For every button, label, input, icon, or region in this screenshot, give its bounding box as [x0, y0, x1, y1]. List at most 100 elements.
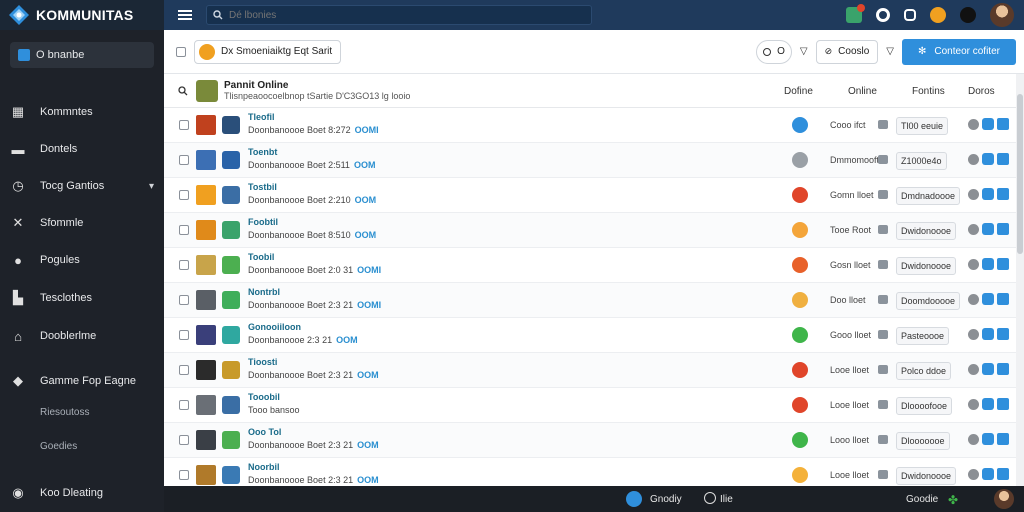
bottom-avatar[interactable]: [994, 489, 1014, 509]
flag-icon[interactable]: [997, 118, 1009, 130]
forum-badge[interactable]: Dwidonoooe: [896, 222, 957, 240]
community-select[interactable]: O bnanbe: [10, 42, 154, 68]
info-icon[interactable]: [982, 153, 994, 165]
status-avatar[interactable]: [626, 491, 642, 507]
row-checkbox[interactable]: [179, 260, 189, 270]
flag-icon[interactable]: [997, 363, 1009, 375]
sidebar-item-tocg-gantios[interactable]: ◷ Tocg Gantios ▾: [10, 178, 154, 194]
sidebar-item-pogules[interactable]: ● Pogules: [10, 252, 154, 268]
flag-icon[interactable]: [997, 468, 1009, 480]
user-icon[interactable]: [968, 154, 979, 165]
chat-icon[interactable]: [878, 120, 888, 129]
user-icon[interactable]: [968, 364, 979, 375]
row-checkbox[interactable]: [179, 190, 189, 200]
row-title[interactable]: Noorbil: [248, 462, 280, 472]
filter-pill[interactable]: Dx Smoeniaiktg Eqt Sarit: [194, 39, 342, 64]
bottom-left-label[interactable]: Gnodiy: [650, 494, 682, 505]
forum-badge[interactable]: Z1000e4o: [896, 152, 947, 170]
user-icon[interactable]: [968, 294, 979, 305]
flag-icon[interactable]: [997, 258, 1009, 270]
avatar[interactable]: [990, 3, 1014, 27]
scrollbar[interactable]: [1016, 74, 1024, 486]
brand[interactable]: KOMMUNITAS: [0, 0, 164, 30]
user-icon[interactable]: [968, 189, 979, 200]
chat-icon[interactable]: [878, 260, 888, 269]
view-toggle-button[interactable]: O: [756, 39, 792, 64]
info-icon[interactable]: [982, 433, 994, 445]
info-icon[interactable]: [982, 223, 994, 235]
info-icon[interactable]: [982, 328, 994, 340]
sidebar-item-kommntes[interactable]: ▦ Kommntes: [10, 104, 154, 120]
sidebar-item-gamme-fop-eagne[interactable]: ◆ Gamme Fop Eagne: [10, 373, 154, 389]
chat-icon[interactable]: [878, 330, 888, 339]
table-row[interactable]: Nontrbl Doonbanoooe Boet 2:3 21 OOMI Doo ll…: [164, 283, 1016, 318]
flag-icon[interactable]: [997, 223, 1009, 235]
row-title[interactable]: Tooobil: [248, 392, 280, 402]
row-checkbox[interactable]: [179, 295, 189, 305]
flag-icon[interactable]: [997, 433, 1009, 445]
chat-icon[interactable]: [878, 155, 888, 164]
sidebar-item-dooblerlme[interactable]: ⌂ Dooblerlme: [10, 328, 154, 344]
user-icon[interactable]: [968, 434, 979, 445]
row-title[interactable]: Foobtil: [248, 217, 278, 227]
sidebar-item-sfommle[interactable]: ✕ Sfommle: [10, 215, 154, 231]
table-row[interactable]: Tooobil Tooo bansoo Looe lloet Dloooofooe: [164, 388, 1016, 423]
column-header-online[interactable]: Online: [848, 86, 877, 97]
forum-badge[interactable]: Doomdooooe: [896, 292, 961, 310]
sidebar-item-dontels[interactable]: ▬ Dontels: [10, 141, 154, 157]
row-checkbox[interactable]: [179, 435, 189, 445]
menu-icon[interactable]: [178, 10, 192, 20]
chevron-down-icon[interactable]: ▾: [149, 181, 154, 192]
table-row[interactable]: Tostbil Doonbanoooe Boet 2:210 OOM Gomn llo…: [164, 178, 1016, 213]
flag-icon[interactable]: [997, 293, 1009, 305]
settings-icon[interactable]: [876, 8, 890, 22]
user-menu-icon[interactable]: [960, 7, 976, 23]
forum-badge[interactable]: Tl00 eeuie: [896, 117, 949, 135]
forum-badge[interactable]: Dmdnadoooe: [896, 187, 961, 205]
sidebar-item-tesclothes[interactable]: ▙ Tesclothes: [10, 290, 154, 306]
row-title[interactable]: Tostbil: [248, 182, 277, 192]
chat-icon[interactable]: [878, 190, 888, 199]
chat-icon[interactable]: [878, 365, 888, 374]
table-row[interactable]: Toobil Doonbanoooe Boet 2:0 31 OOMI Gosn ll…: [164, 248, 1016, 283]
profile-badge-icon[interactable]: [930, 7, 946, 23]
row-title[interactable]: Tioosti: [248, 357, 277, 367]
bottom-left-label-2[interactable]: Ilie: [720, 494, 733, 505]
table-row[interactable]: Tleofil Doonbanoooe Boet 8:272 OOMI Cooo if…: [164, 108, 1016, 143]
table-row[interactable]: Gonooiiloon Doonbanoooe 2:3 21 OOM Gooo llo…: [164, 318, 1016, 353]
table-row[interactable]: Ooo Tol Doonbanoooe Boet 2:3 21 OOM Looo ll…: [164, 423, 1016, 458]
column-header-fontins[interactable]: Fontins: [912, 86, 945, 97]
info-icon[interactable]: [982, 188, 994, 200]
row-checkbox[interactable]: [179, 330, 189, 340]
row-title[interactable]: Tleofil: [248, 112, 275, 122]
sort-button[interactable]: ⊘ Cooslo: [815, 39, 879, 64]
table-row[interactable]: Tioosti Doonbanoooe Boet 2:3 21 OOM Looe ll…: [164, 353, 1016, 388]
flag-icon[interactable]: [997, 188, 1009, 200]
sidebar-subitem-goedies[interactable]: Goedies: [40, 441, 77, 452]
row-title[interactable]: Toobil: [248, 252, 274, 262]
search-icon[interactable]: [178, 86, 188, 96]
info-icon[interactable]: [982, 118, 994, 130]
row-checkbox[interactable]: [179, 470, 189, 480]
column-header-dofine[interactable]: Dofine: [784, 86, 813, 97]
scrollbar-thumb[interactable]: [1017, 94, 1023, 254]
primary-action-button[interactable]: ✻ Conteor cofiter: [902, 38, 1016, 65]
bottom-right-label[interactable]: Goodie: [906, 494, 938, 505]
user-icon[interactable]: [968, 469, 979, 480]
row-checkbox[interactable]: [179, 120, 189, 130]
column-header-doros[interactable]: Doros: [968, 86, 995, 97]
row-checkbox[interactable]: [179, 225, 189, 235]
row-checkbox[interactable]: [179, 400, 189, 410]
table-row[interactable]: Toenbt Doonbanoooe Boet 2:511 OOM Dmmomooft…: [164, 143, 1016, 178]
flag-icon[interactable]: [997, 398, 1009, 410]
forum-badge[interactable]: Dwidonoooe: [896, 257, 957, 275]
forum-badge[interactable]: Polco ddoe: [896, 362, 952, 380]
select-all-checkbox[interactable]: [176, 46, 186, 57]
info-icon[interactable]: [982, 468, 994, 480]
chat-icon[interactable]: [878, 225, 888, 234]
dropdown-chevron-icon[interactable]: ▽: [886, 46, 894, 57]
flag-icon[interactable]: [997, 328, 1009, 340]
info-icon[interactable]: [982, 293, 994, 305]
info-icon[interactable]: [982, 363, 994, 375]
forum-badge[interactable]: Dwidonoooe: [896, 467, 957, 485]
